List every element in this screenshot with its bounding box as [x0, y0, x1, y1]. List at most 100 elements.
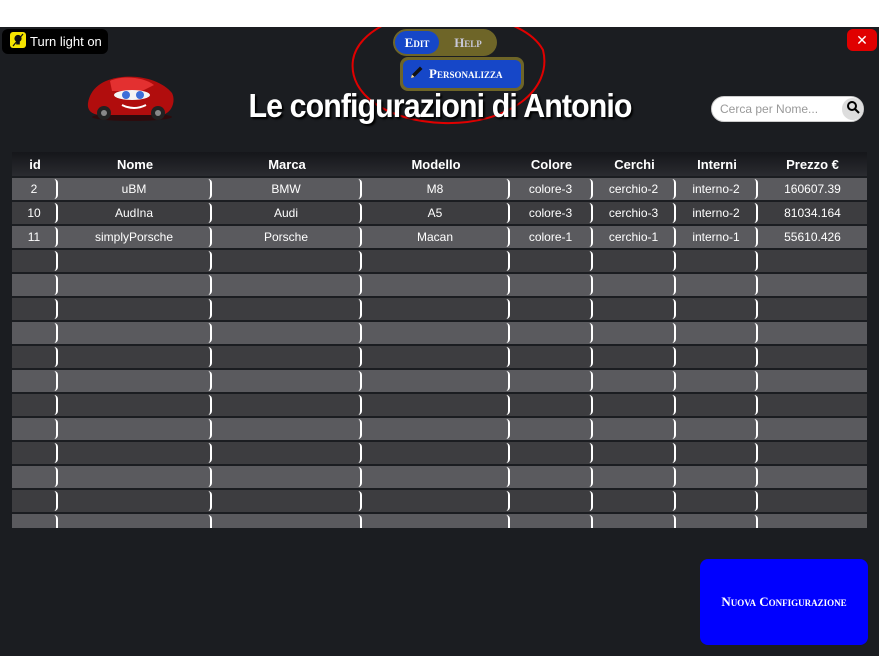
- table-cell[interactable]: [676, 395, 758, 415]
- table-cell[interactable]: [212, 371, 362, 391]
- table-cell[interactable]: [212, 443, 362, 463]
- light-toggle-button[interactable]: Turn light on: [2, 29, 108, 54]
- table-cell[interactable]: [12, 491, 58, 511]
- table-cell[interactable]: [758, 419, 867, 439]
- table-row[interactable]: [12, 250, 867, 272]
- column-header-colore[interactable]: Colore: [510, 152, 593, 176]
- table-row[interactable]: [12, 322, 867, 344]
- table-cell[interactable]: [758, 443, 867, 463]
- table-cell[interactable]: [510, 299, 593, 319]
- table-cell[interactable]: uBM: [58, 179, 212, 199]
- table-cell[interactable]: [676, 491, 758, 511]
- table-cell[interactable]: [593, 515, 676, 528]
- table-cell[interactable]: [58, 491, 212, 511]
- table-cell[interactable]: [58, 347, 212, 367]
- table-cell[interactable]: AudIna: [58, 203, 212, 223]
- table-cell[interactable]: [12, 251, 58, 271]
- table-cell[interactable]: [510, 323, 593, 343]
- table-cell[interactable]: [12, 515, 58, 528]
- table-cell[interactable]: [58, 371, 212, 391]
- table-cell[interactable]: [212, 467, 362, 487]
- table-cell[interactable]: [362, 275, 510, 295]
- table-cell[interactable]: [676, 299, 758, 319]
- table-cell[interactable]: Audi: [212, 203, 362, 223]
- table-row[interactable]: [12, 466, 867, 488]
- table-cell[interactable]: [212, 419, 362, 439]
- table-cell[interactable]: M8: [362, 179, 510, 199]
- table-cell[interactable]: colore-3: [510, 179, 593, 199]
- table-cell[interactable]: [593, 467, 676, 487]
- table-cell[interactable]: [362, 419, 510, 439]
- table-cell[interactable]: [58, 515, 212, 528]
- table-cell[interactable]: [362, 347, 510, 367]
- table-cell[interactable]: [676, 515, 758, 528]
- table-cell[interactable]: [362, 443, 510, 463]
- table-cell[interactable]: [676, 443, 758, 463]
- table-row[interactable]: [12, 346, 867, 368]
- table-cell[interactable]: 2: [12, 179, 58, 199]
- table-cell[interactable]: 81034.164: [758, 203, 867, 223]
- column-header-id[interactable]: id: [12, 152, 58, 176]
- table-cell[interactable]: BMW: [212, 179, 362, 199]
- table-cell[interactable]: [362, 299, 510, 319]
- table-cell[interactable]: [212, 275, 362, 295]
- table-row[interactable]: [12, 298, 867, 320]
- table-cell[interactable]: [758, 515, 867, 528]
- table-cell[interactable]: [212, 347, 362, 367]
- table-cell[interactable]: interno-2: [676, 203, 758, 223]
- table-cell[interactable]: [12, 371, 58, 391]
- table-cell[interactable]: [212, 515, 362, 528]
- new-configuration-button[interactable]: Nuova Configurazione: [700, 559, 868, 645]
- table-cell[interactable]: cerchio-2: [593, 179, 676, 199]
- table-cell[interactable]: [510, 395, 593, 415]
- table-cell[interactable]: [758, 491, 867, 511]
- table-cell[interactable]: [510, 515, 593, 528]
- table-cell[interactable]: [510, 491, 593, 511]
- table-cell[interactable]: [758, 275, 867, 295]
- table-cell[interactable]: [758, 395, 867, 415]
- table-cell[interactable]: 160607.39: [758, 179, 867, 199]
- table-cell[interactable]: [593, 251, 676, 271]
- table-cell[interactable]: 11: [12, 227, 58, 247]
- table-cell[interactable]: 55610.426: [758, 227, 867, 247]
- table-cell[interactable]: [58, 275, 212, 295]
- table-cell[interactable]: [758, 323, 867, 343]
- table-cell[interactable]: [593, 371, 676, 391]
- column-header-nome[interactable]: Nome: [58, 152, 212, 176]
- table-cell[interactable]: [676, 371, 758, 391]
- table-cell[interactable]: colore-1: [510, 227, 593, 247]
- column-header-modello[interactable]: Modello: [362, 152, 510, 176]
- table-cell[interactable]: [58, 299, 212, 319]
- table-cell[interactable]: [362, 323, 510, 343]
- table-cell[interactable]: [758, 347, 867, 367]
- table-cell[interactable]: [758, 251, 867, 271]
- table-cell[interactable]: [510, 347, 593, 367]
- table-cell[interactable]: [58, 395, 212, 415]
- table-cell[interactable]: Porsche: [212, 227, 362, 247]
- table-cell[interactable]: [676, 347, 758, 367]
- table-cell[interactable]: A5: [362, 203, 510, 223]
- table-cell[interactable]: [12, 395, 58, 415]
- table-cell[interactable]: [58, 251, 212, 271]
- table-cell[interactable]: [510, 419, 593, 439]
- table-cell[interactable]: [362, 491, 510, 511]
- table-cell[interactable]: Macan: [362, 227, 510, 247]
- table-cell[interactable]: [362, 467, 510, 487]
- table-cell[interactable]: 10: [12, 203, 58, 223]
- table-cell[interactable]: [12, 347, 58, 367]
- column-header-interni[interactable]: Interni: [676, 152, 758, 176]
- table-cell[interactable]: [212, 251, 362, 271]
- table-cell[interactable]: [593, 491, 676, 511]
- table-row[interactable]: [12, 418, 867, 440]
- table-cell[interactable]: [758, 371, 867, 391]
- table-cell[interactable]: cerchio-1: [593, 227, 676, 247]
- table-cell[interactable]: [212, 299, 362, 319]
- table-cell[interactable]: [58, 443, 212, 463]
- table-cell[interactable]: [593, 419, 676, 439]
- table-cell[interactable]: interno-1: [676, 227, 758, 247]
- table-row[interactable]: 10 AudIna Audi A5 colore-3 cerchio-3 interno-2…: [12, 202, 867, 224]
- table-cell[interactable]: [362, 371, 510, 391]
- table-cell[interactable]: simplyPorsche: [58, 227, 212, 247]
- table-cell[interactable]: [593, 275, 676, 295]
- close-button[interactable]: ✕: [847, 29, 877, 51]
